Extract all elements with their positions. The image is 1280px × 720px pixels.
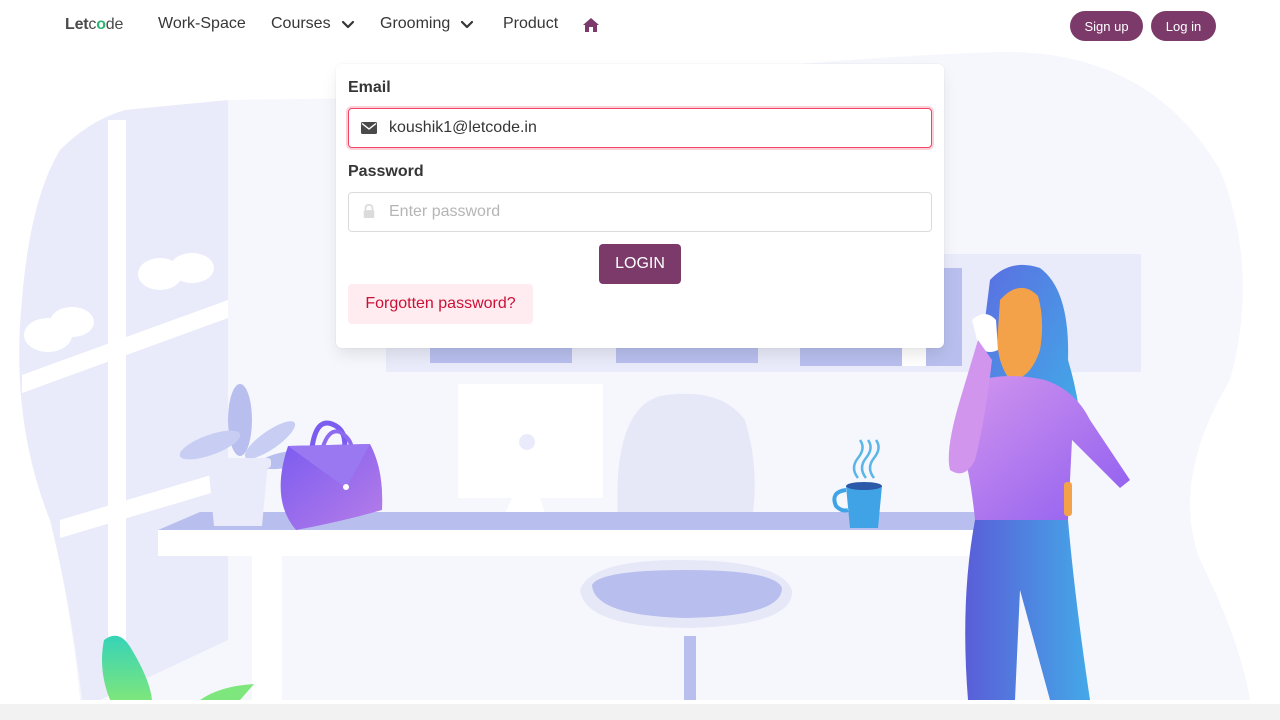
- envelope-icon: [361, 122, 377, 134]
- password-field[interactable]: Enter password: [348, 192, 932, 232]
- nav-grooming-label: Grooming: [380, 15, 451, 32]
- login-card: Email koushik1@letcode.in Password Enter…: [336, 64, 944, 348]
- nav-workspace[interactable]: Work-Space: [158, 15, 246, 33]
- letcode-logo[interactable]: Letcode: [65, 16, 123, 34]
- email-label: Email: [348, 79, 391, 96]
- lock-icon: [363, 204, 375, 218]
- home-icon[interactable]: [582, 17, 600, 33]
- nav-grooming-dropdown[interactable]: Grooming: [380, 15, 474, 33]
- email-value: koushik1@letcode.in: [389, 119, 537, 136]
- page-bottom-strip: [0, 704, 1280, 720]
- nav-product-label: Product: [503, 15, 559, 32]
- email-field[interactable]: koushik1@letcode.in: [348, 108, 932, 148]
- chevron-down-icon: [461, 20, 474, 29]
- password-label: Password: [348, 163, 424, 180]
- nav-product[interactable]: Product: [503, 15, 558, 33]
- nav-workspace-label: Work-Space: [158, 15, 246, 32]
- login-submit-button[interactable]: LOGIN: [599, 244, 681, 284]
- top-navbar: Letcode Work-Space Courses Grooming Prod…: [0, 0, 1280, 52]
- nav-courses-label: Courses: [271, 15, 331, 32]
- login-nav-button[interactable]: Log in: [1151, 11, 1216, 41]
- signup-button[interactable]: Sign up: [1070, 11, 1143, 41]
- nav-courses-dropdown[interactable]: Courses: [271, 15, 355, 33]
- forgot-password-button[interactable]: Forgotten password?: [348, 284, 533, 324]
- password-placeholder: Enter password: [389, 203, 501, 220]
- chevron-down-icon: [341, 20, 354, 29]
